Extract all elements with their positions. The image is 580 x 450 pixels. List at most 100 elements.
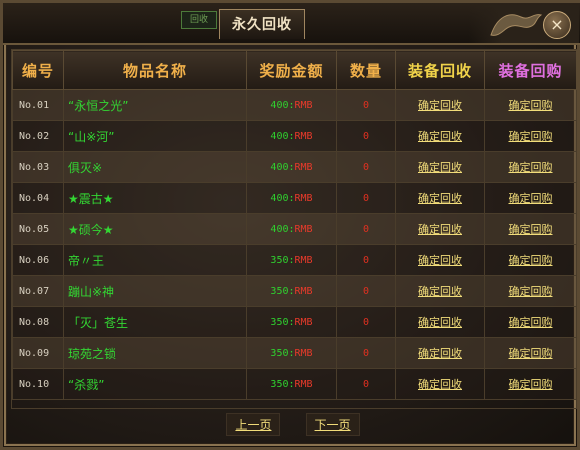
next-page-button[interactable]: 下一页: [305, 413, 360, 436]
reward-unit: RMB: [294, 285, 313, 297]
item-name: 俱灭※: [63, 151, 247, 183]
reward-value: 350:: [270, 316, 295, 328]
reward-value: 400:: [270, 130, 295, 142]
reward-amount: 400:RMB: [246, 89, 337, 121]
buyback-cell: 确定回购: [484, 120, 577, 152]
table-row: No.06 帝〃王 350:RMB 0 确定回收 确定回购: [12, 244, 577, 276]
buyback-cell: 确定回购: [484, 182, 577, 214]
item-number: No.08: [12, 306, 64, 338]
reward-amount: 400:RMB: [246, 151, 337, 183]
item-quantity: 0: [336, 182, 396, 214]
reward-unit: RMB: [294, 161, 313, 173]
buyback-cell: 确定回购: [484, 151, 577, 183]
reward-amount: 350:RMB: [246, 275, 337, 307]
recycle-cell: 确定回收: [395, 368, 485, 400]
item-name: “杀戮”: [63, 368, 247, 400]
confirm-buyback-button[interactable]: 确定回购: [509, 223, 553, 236]
table-row: No.09 琼苑之锁 350:RMB 0 确定回收 确定回购: [12, 337, 577, 369]
table-row: No.02 “山※河” 400:RMB 0 确定回收 确定回购: [12, 120, 577, 152]
confirm-recycle-button[interactable]: 确定回收: [418, 316, 462, 329]
confirm-recycle-button[interactable]: 确定回收: [418, 285, 462, 298]
pagination: 上一页 下一页: [3, 413, 580, 436]
table-row: No.05 ★硕今★ 400:RMB 0 确定回收 确定回购: [12, 213, 577, 245]
header-reward: 奖励金额: [246, 50, 337, 90]
reward-unit: RMB: [294, 347, 313, 359]
confirm-buyback-button[interactable]: 确定回购: [509, 254, 553, 267]
header-quantity: 数量: [336, 50, 396, 90]
reward-unit: RMB: [294, 254, 313, 266]
item-quantity: 0: [336, 213, 396, 245]
item-number: No.05: [12, 213, 64, 245]
reward-amount: 400:RMB: [246, 182, 337, 214]
reward-value: 400:: [270, 223, 295, 235]
confirm-buyback-button[interactable]: 确定回购: [509, 161, 553, 174]
confirm-recycle-button[interactable]: 确定回收: [418, 99, 462, 112]
item-quantity: 0: [336, 306, 396, 338]
reward-amount: 350:RMB: [246, 337, 337, 369]
confirm-buyback-button[interactable]: 确定回购: [509, 316, 553, 329]
reward-value: 400:: [270, 99, 295, 111]
buyback-cell: 确定回购: [484, 213, 577, 245]
recycle-cell: 确定回收: [395, 89, 485, 121]
confirm-buyback-button[interactable]: 确定回购: [509, 378, 553, 391]
item-quantity: 0: [336, 337, 396, 369]
recycle-cell: 确定回收: [395, 182, 485, 214]
recycle-cell: 确定回收: [395, 151, 485, 183]
confirm-buyback-button[interactable]: 确定回购: [509, 347, 553, 360]
confirm-recycle-button[interactable]: 确定回收: [418, 192, 462, 205]
item-name: 「灭」苍生: [63, 306, 247, 338]
reward-unit: RMB: [294, 378, 313, 390]
header-item-name: 物品名称: [63, 50, 247, 90]
buyback-cell: 确定回购: [484, 306, 577, 338]
recycle-cell: 确定回收: [395, 337, 485, 369]
tab-recycle-small[interactable]: 回收: [181, 11, 217, 29]
item-quantity: 0: [336, 151, 396, 183]
buyback-cell: 确定回购: [484, 89, 577, 121]
recycle-cell: 确定回收: [395, 244, 485, 276]
confirm-recycle-button[interactable]: 确定回收: [418, 378, 462, 391]
confirm-buyback-button[interactable]: 确定回购: [509, 130, 553, 143]
item-name: “山※河”: [63, 120, 247, 152]
reward-value: 400:: [270, 192, 295, 204]
item-name: “永恒之光”: [63, 89, 247, 121]
close-button[interactable]: ×: [543, 11, 571, 39]
buyback-cell: 确定回购: [484, 275, 577, 307]
reward-amount: 400:RMB: [246, 213, 337, 245]
item-number: No.06: [12, 244, 64, 276]
confirm-recycle-button[interactable]: 确定回收: [418, 347, 462, 360]
confirm-buyback-button[interactable]: 确定回购: [509, 99, 553, 112]
reward-value: 350:: [270, 254, 295, 266]
item-quantity: 0: [336, 275, 396, 307]
header-number: 编号: [12, 50, 64, 90]
recycle-table: 编号 物品名称 奖励金额 数量 装备回收 装备回购 No.01 “永恒之光” 400…: [11, 49, 577, 409]
confirm-buyback-button[interactable]: 确定回购: [509, 192, 553, 205]
reward-value: 400:: [270, 161, 295, 173]
item-name: 琼苑之锁: [63, 337, 247, 369]
item-name: ★震古★: [63, 182, 247, 214]
recycle-cell: 确定回收: [395, 306, 485, 338]
item-number: No.02: [12, 120, 64, 152]
prev-page-button[interactable]: 上一页: [226, 413, 281, 436]
reward-value: 350:: [270, 378, 295, 390]
item-quantity: 0: [336, 368, 396, 400]
item-number: No.03: [12, 151, 64, 183]
confirm-recycle-button[interactable]: 确定回收: [418, 130, 462, 143]
reward-unit: RMB: [294, 130, 313, 142]
item-number: No.09: [12, 337, 64, 369]
confirm-recycle-button[interactable]: 确定回收: [418, 254, 462, 267]
dragon-icon: [490, 14, 543, 36]
reward-amount: 350:RMB: [246, 244, 337, 276]
confirm-buyback-button[interactable]: 确定回购: [509, 285, 553, 298]
recycle-cell: 确定回收: [395, 120, 485, 152]
reward-amount: 400:RMB: [246, 120, 337, 152]
item-name: ★硕今★: [63, 213, 247, 245]
dragon-ornament: ×: [469, 5, 579, 43]
reward-value: 350:: [270, 347, 295, 359]
reward-unit: RMB: [294, 192, 313, 204]
item-name: 蹦山※神: [63, 275, 247, 307]
title-bar: 回收 永久回收 ×: [3, 3, 580, 45]
confirm-recycle-button[interactable]: 确定回收: [418, 223, 462, 236]
item-quantity: 0: [336, 89, 396, 121]
confirm-recycle-button[interactable]: 确定回收: [418, 161, 462, 174]
header-recycle: 装备回收: [395, 50, 485, 90]
